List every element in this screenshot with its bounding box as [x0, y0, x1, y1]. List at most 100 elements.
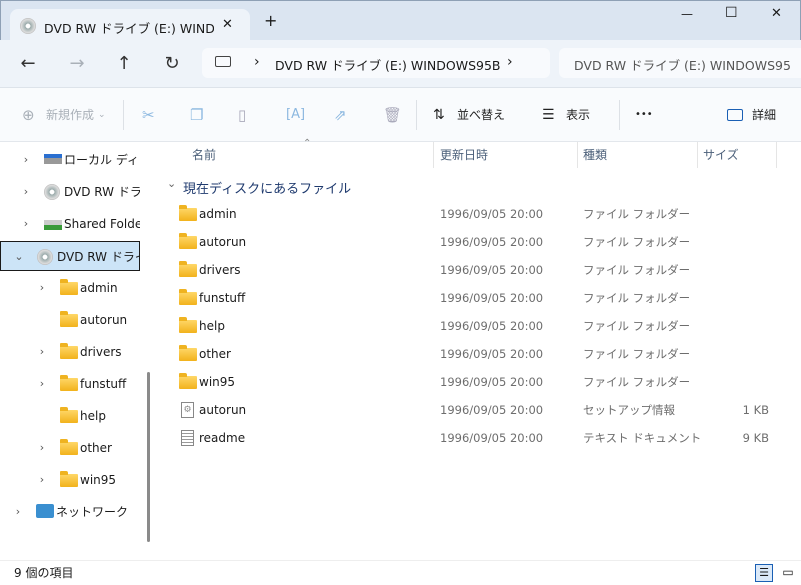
breadcrumb[interactable]: DVD RW ドライブ (E:) WINDOWS95B [275, 55, 501, 74]
paste-icon[interactable]: ▯ [238, 88, 246, 142]
folder-icon [179, 233, 197, 249]
file-modified: 1996/09/05 20:00 [440, 347, 544, 361]
file-type: ファイル フォルダー [583, 263, 691, 277]
refresh-button[interactable]: ↻ [157, 40, 187, 88]
column-header-type[interactable]: 種類 [583, 142, 607, 168]
file-row[interactable]: drivers 1996/09/05 20:00 ファイル フォルダー [157, 256, 801, 284]
file-list: 名前 ⌃ 更新日時 種類 サイズ ⌄ 現在ディスクにあるファイル admin 19… [157, 138, 801, 560]
sidebar-item-label: funstuff [80, 377, 127, 391]
chevron-right-icon[interactable]: › [20, 177, 32, 207]
file-row[interactable]: autorun 1996/09/05 20:00 ファイル フォルダー [157, 228, 801, 256]
file-row[interactable]: help 1996/09/05 20:00 ファイル フォルダー [157, 312, 801, 340]
file-type: ファイル フォルダー [583, 235, 691, 249]
tiles-view-button[interactable]: ▭ [779, 564, 797, 582]
sidebar-item-other[interactable]: › other [0, 433, 140, 463]
chevron-right-icon[interactable]: › [36, 337, 48, 367]
file-type: ファイル フォルダー [583, 375, 691, 389]
back-button[interactable]: ← [13, 40, 43, 88]
chevron-right-icon[interactable]: › [36, 273, 48, 303]
search-box[interactable]: DVD RW ドライブ (E:) WINDOWS95 [559, 48, 801, 78]
folder-icon [179, 289, 197, 305]
file-row[interactable]: ⚙ autorun 1996/09/05 20:00 セットアップ情報 1 KB [157, 396, 801, 424]
sidebar-item-label: ローカル ディスク [64, 153, 140, 167]
group-header[interactable]: 現在ディスクにあるファイル [183, 178, 351, 197]
rename-icon[interactable]: [A] [286, 88, 305, 142]
divider [577, 142, 578, 168]
sidebar-item-label: win95 [80, 473, 117, 487]
new-tab-button[interactable]: + [264, 11, 277, 30]
chevron-down-icon[interactable]: ⌄ [13, 242, 25, 270]
sidebar-item-network-drive[interactable]: › Shared Folders [0, 209, 140, 239]
chevron-right-icon[interactable]: › [36, 433, 48, 463]
chevron-right-icon[interactable]: › [507, 54, 513, 70]
chevron-right-icon[interactable]: › [20, 209, 32, 239]
folder-icon [60, 343, 78, 359]
file-type: ファイル フォルダー [583, 319, 691, 333]
column-header-size[interactable]: サイズ [703, 142, 739, 168]
details-view-button[interactable]: ☰ [755, 564, 773, 582]
sidebar-item-label: autorun [80, 313, 128, 327]
address-bar[interactable]: › DVD RW ドライブ (E:) WINDOWS95B › [202, 48, 550, 78]
sidebar-item-network[interactable]: › ネットワーク [0, 497, 140, 527]
column-header-modified[interactable]: 更新日時 [440, 142, 488, 168]
file-name: help [199, 319, 225, 333]
sidebar-item-autorun[interactable]: autorun [0, 305, 140, 335]
more-button[interactable]: ••• [635, 88, 653, 142]
file-row[interactable]: win95 1996/09/05 20:00 ファイル フォルダー [157, 368, 801, 396]
chevron-right-icon[interactable]: › [20, 145, 32, 175]
sort-button[interactable]: 並べ替え [457, 88, 505, 142]
maximize-button[interactable]: ☐ [725, 5, 738, 21]
sidebar-scrollbar[interactable] [147, 372, 150, 542]
tab-close-button[interactable]: ✕ [222, 17, 233, 32]
chevron-down-icon[interactable]: ⌄ [167, 177, 176, 190]
column-header-name[interactable]: 名前 [192, 142, 216, 168]
sidebar-item-help[interactable]: help [0, 401, 140, 431]
chevron-right-icon[interactable]: › [12, 497, 24, 527]
sidebar-item-admin[interactable]: › admin [0, 273, 140, 303]
file-row[interactable]: readme 1996/09/05 20:00 テキスト ドキュメント 9 KB [157, 424, 801, 452]
file-modified: 1996/09/05 20:00 [440, 235, 544, 249]
add-icon: ⊕ [22, 106, 35, 124]
file-modified: 1996/09/05 20:00 [440, 263, 544, 277]
sidebar-item-funstuff[interactable]: › funstuff [0, 369, 140, 399]
divider [776, 142, 777, 168]
sidebar-item-label: drivers [80, 345, 122, 359]
file-name: autorun [199, 235, 247, 249]
divider [123, 100, 124, 130]
copy-icon[interactable]: ❐ [190, 88, 203, 142]
new-button[interactable]: 新規作成 [46, 88, 94, 142]
file-type: ファイル フォルダー [583, 291, 691, 305]
file-modified: 1996/09/05 20:00 [440, 291, 544, 305]
navigation-pane: › ローカル ディスク › DVD RW ドライブ › Shared Folders ⌄ DV… [0, 142, 157, 560]
view-button[interactable]: 表示 [566, 88, 590, 142]
navigation-bar: ← → ↑ ↻ › DVD RW ドライブ (E:) WINDOWS95B › … [0, 40, 801, 88]
chevron-right-icon[interactable]: › [254, 54, 260, 70]
close-button[interactable]: ✕ [771, 6, 782, 21]
sidebar-item-win95[interactable]: › win95 [0, 465, 140, 495]
file-name: admin [199, 207, 237, 221]
file-type: ファイル フォルダー [583, 207, 691, 221]
chevron-right-icon[interactable]: › [36, 369, 48, 399]
tab-active[interactable]: DVD RW ドライブ (E:) WINDOWS95B ✕ [10, 9, 250, 43]
sidebar-item-label: admin [80, 281, 118, 295]
share-icon[interactable]: ⇗ [334, 88, 347, 142]
text-file-icon [181, 430, 194, 446]
file-row[interactable]: admin 1996/09/05 20:00 ファイル フォルダー [157, 200, 801, 228]
sidebar-item-drivers[interactable]: › drivers [0, 337, 140, 367]
folder-icon [60, 375, 78, 391]
file-name: win95 [199, 375, 236, 389]
up-button[interactable]: ↑ [109, 40, 139, 88]
file-row[interactable]: funstuff 1996/09/05 20:00 ファイル フォルダー [157, 284, 801, 312]
minimize-button[interactable]: — [681, 7, 693, 21]
file-size: 1 KB [742, 403, 769, 417]
cut-icon[interactable]: ✂ [142, 88, 155, 142]
chevron-right-icon[interactable]: › [36, 465, 48, 495]
status-bar: 9 個の項目 ☰ ▭ [0, 560, 801, 584]
forward-button[interactable]: → [62, 40, 92, 88]
sidebar-item-dvd[interactable]: ⌄ DVD RW ドライブ [0, 241, 140, 271]
sidebar-item-local-disk[interactable]: › ローカル ディスク [0, 145, 140, 175]
file-row[interactable]: other 1996/09/05 20:00 ファイル フォルダー [157, 340, 801, 368]
sidebar-item-dvd[interactable]: › DVD RW ドライブ [0, 177, 140, 207]
delete-icon[interactable]: 🗑 [383, 88, 402, 142]
details-button[interactable]: 詳細 [752, 88, 776, 142]
